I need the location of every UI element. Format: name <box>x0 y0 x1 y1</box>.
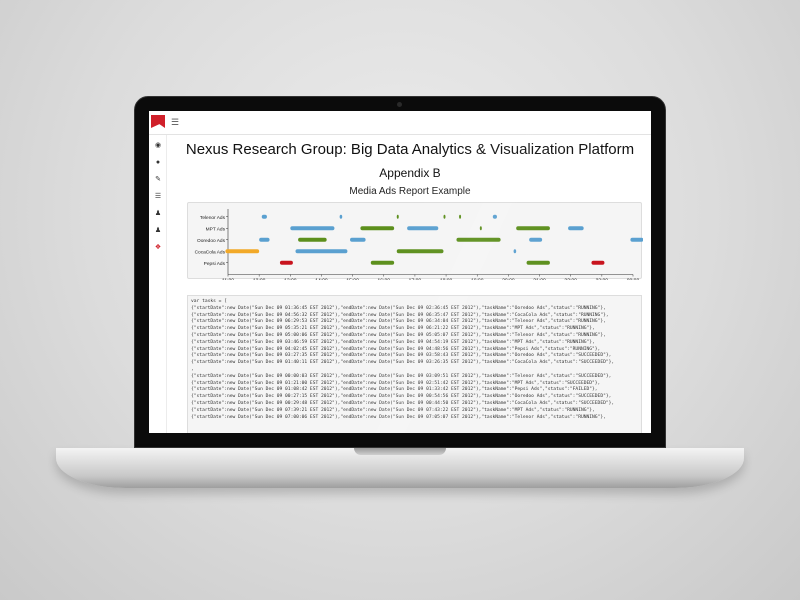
code-line: {"startDate":new Date("Sun Dec 09 00:29:… <box>191 400 615 406</box>
code-line: {"startDate":new Date("Sun Dec 09 07:00:… <box>191 414 606 420</box>
code-line: {"startDate":new Date("Sun Dec 09 00:27:… <box>191 394 612 400</box>
x-tick-label: 14:00 <box>315 279 328 281</box>
x-tick-label: 18:00 <box>440 279 453 281</box>
gantt-bar <box>526 260 550 265</box>
sidebar: ◉ ● ✎ ☰ ♟ ♟ ❖ <box>149 135 167 433</box>
y-tick-label: Pepsi Ads <box>204 261 226 267</box>
gantt-bar <box>225 249 260 254</box>
gantt-chart-panel: Telenor Ads MPT Ads Ooredoo Ads CocaCola Ad… <box>187 202 644 285</box>
code-block: var tasks = [{"startDate":new Date("Sun … <box>187 295 642 433</box>
dashboard-icon[interactable]: ◉ <box>153 141 163 151</box>
gantt-bar <box>456 237 501 242</box>
chart-icon[interactable]: ● <box>153 158 163 168</box>
x-tick-label: 16:00 <box>378 279 391 281</box>
y-tick-label: CocaCola Ads <box>195 249 226 255</box>
x-tick-label: 22:00 <box>564 279 577 281</box>
x-tick-label: 13:00 <box>284 279 297 281</box>
list-icon[interactable]: ☰ <box>153 192 163 202</box>
app-screen: ☰ ◉ ● ✎ ☰ ♟ ♟ ❖ Nexus Research Group: Bi… <box>149 111 651 433</box>
code-line: {"startDate":new Date("Sun Dec 09 05:35:… <box>191 326 595 332</box>
gantt-bar <box>396 214 399 219</box>
code-line: {"startDate":new Date("Sun Dec 09 07:39:… <box>191 407 595 413</box>
y-tick-label: Ooredoo Ads <box>197 238 226 244</box>
code-line: {"startDate":new Date("Sun Dec 09 00:00:… <box>191 373 612 379</box>
top-bar: ☰ <box>149 111 651 135</box>
hamburger-icon[interactable]: ☰ <box>171 117 179 128</box>
gantt-bar <box>630 237 644 242</box>
laptop-base <box>56 448 744 488</box>
gantt-bar <box>290 226 335 231</box>
x-tick-label: 15:00 <box>346 279 359 281</box>
x-tick-label: 17:00 <box>409 279 422 281</box>
code-line: {"startDate":new Date("Sun Dec 09 01:40:… <box>191 360 615 366</box>
page-subtitle: Appendix B <box>379 166 441 180</box>
gantt-bar <box>396 249 444 254</box>
x-tick-label: 23:00 <box>596 279 609 281</box>
code-line: {"startDate":new Date("Sun Dec 09 01:36:… <box>191 305 606 311</box>
user-add-icon[interactable]: ♟ <box>153 226 163 236</box>
code-line: {"startDate":new Date("Sun Dec 09 03:46:… <box>191 339 595 345</box>
webcam <box>397 102 402 107</box>
y-tick-label: MPT Ads <box>206 226 226 232</box>
code-line: var tasks = [ <box>191 299 227 304</box>
edit-icon[interactable]: ✎ <box>153 175 163 185</box>
brand-logo[interactable] <box>151 115 165 128</box>
x-tick-label: 00:00 <box>627 279 640 281</box>
x-tick-label: 21:00 <box>533 279 546 281</box>
gantt-bar <box>360 226 395 231</box>
tools-icon[interactable]: ❖ <box>153 243 163 253</box>
x-tick-label: 19:00 <box>471 279 484 281</box>
y-tick-label: Telenor Ads <box>200 215 226 221</box>
gantt-bar <box>370 260 395 265</box>
gantt-bar <box>443 214 446 219</box>
gantt-bar <box>259 237 270 242</box>
users-icon[interactable]: ♟ <box>153 209 163 219</box>
x-tick-label: 20:00 <box>502 279 515 281</box>
page-title: Nexus Research Group: Big Data Analytics… <box>185 141 635 158</box>
gantt-bar <box>568 226 584 231</box>
gantt-bar <box>459 214 462 219</box>
x-tick-label: 11:00 <box>222 279 234 281</box>
code-line: {"startDate":new Date("Sun Dec 09 05:00:… <box>191 332 606 338</box>
gantt-bar <box>261 214 267 219</box>
code-line: , <box>191 366 194 372</box>
gantt-bar <box>492 214 497 219</box>
gantt-bar <box>591 260 605 265</box>
chart-title: Media Ads Report Example <box>349 186 471 197</box>
gantt-bar <box>279 260 293 265</box>
gantt-bar <box>339 214 343 219</box>
gantt-bar <box>516 226 550 231</box>
gantt-bar <box>350 237 366 242</box>
gantt-chart: Telenor Ads MPT Ads Ooredoo Ads CocaCola Ad… <box>195 209 644 285</box>
gantt-bar <box>298 237 327 242</box>
gantt-bar <box>479 226 482 231</box>
base-notch <box>354 448 446 455</box>
gantt-bar <box>529 237 543 242</box>
gantt-bar <box>295 249 348 254</box>
gantt-bar <box>513 249 517 254</box>
x-tick-label: 12:00 <box>253 279 266 281</box>
gantt-bar <box>407 226 439 231</box>
